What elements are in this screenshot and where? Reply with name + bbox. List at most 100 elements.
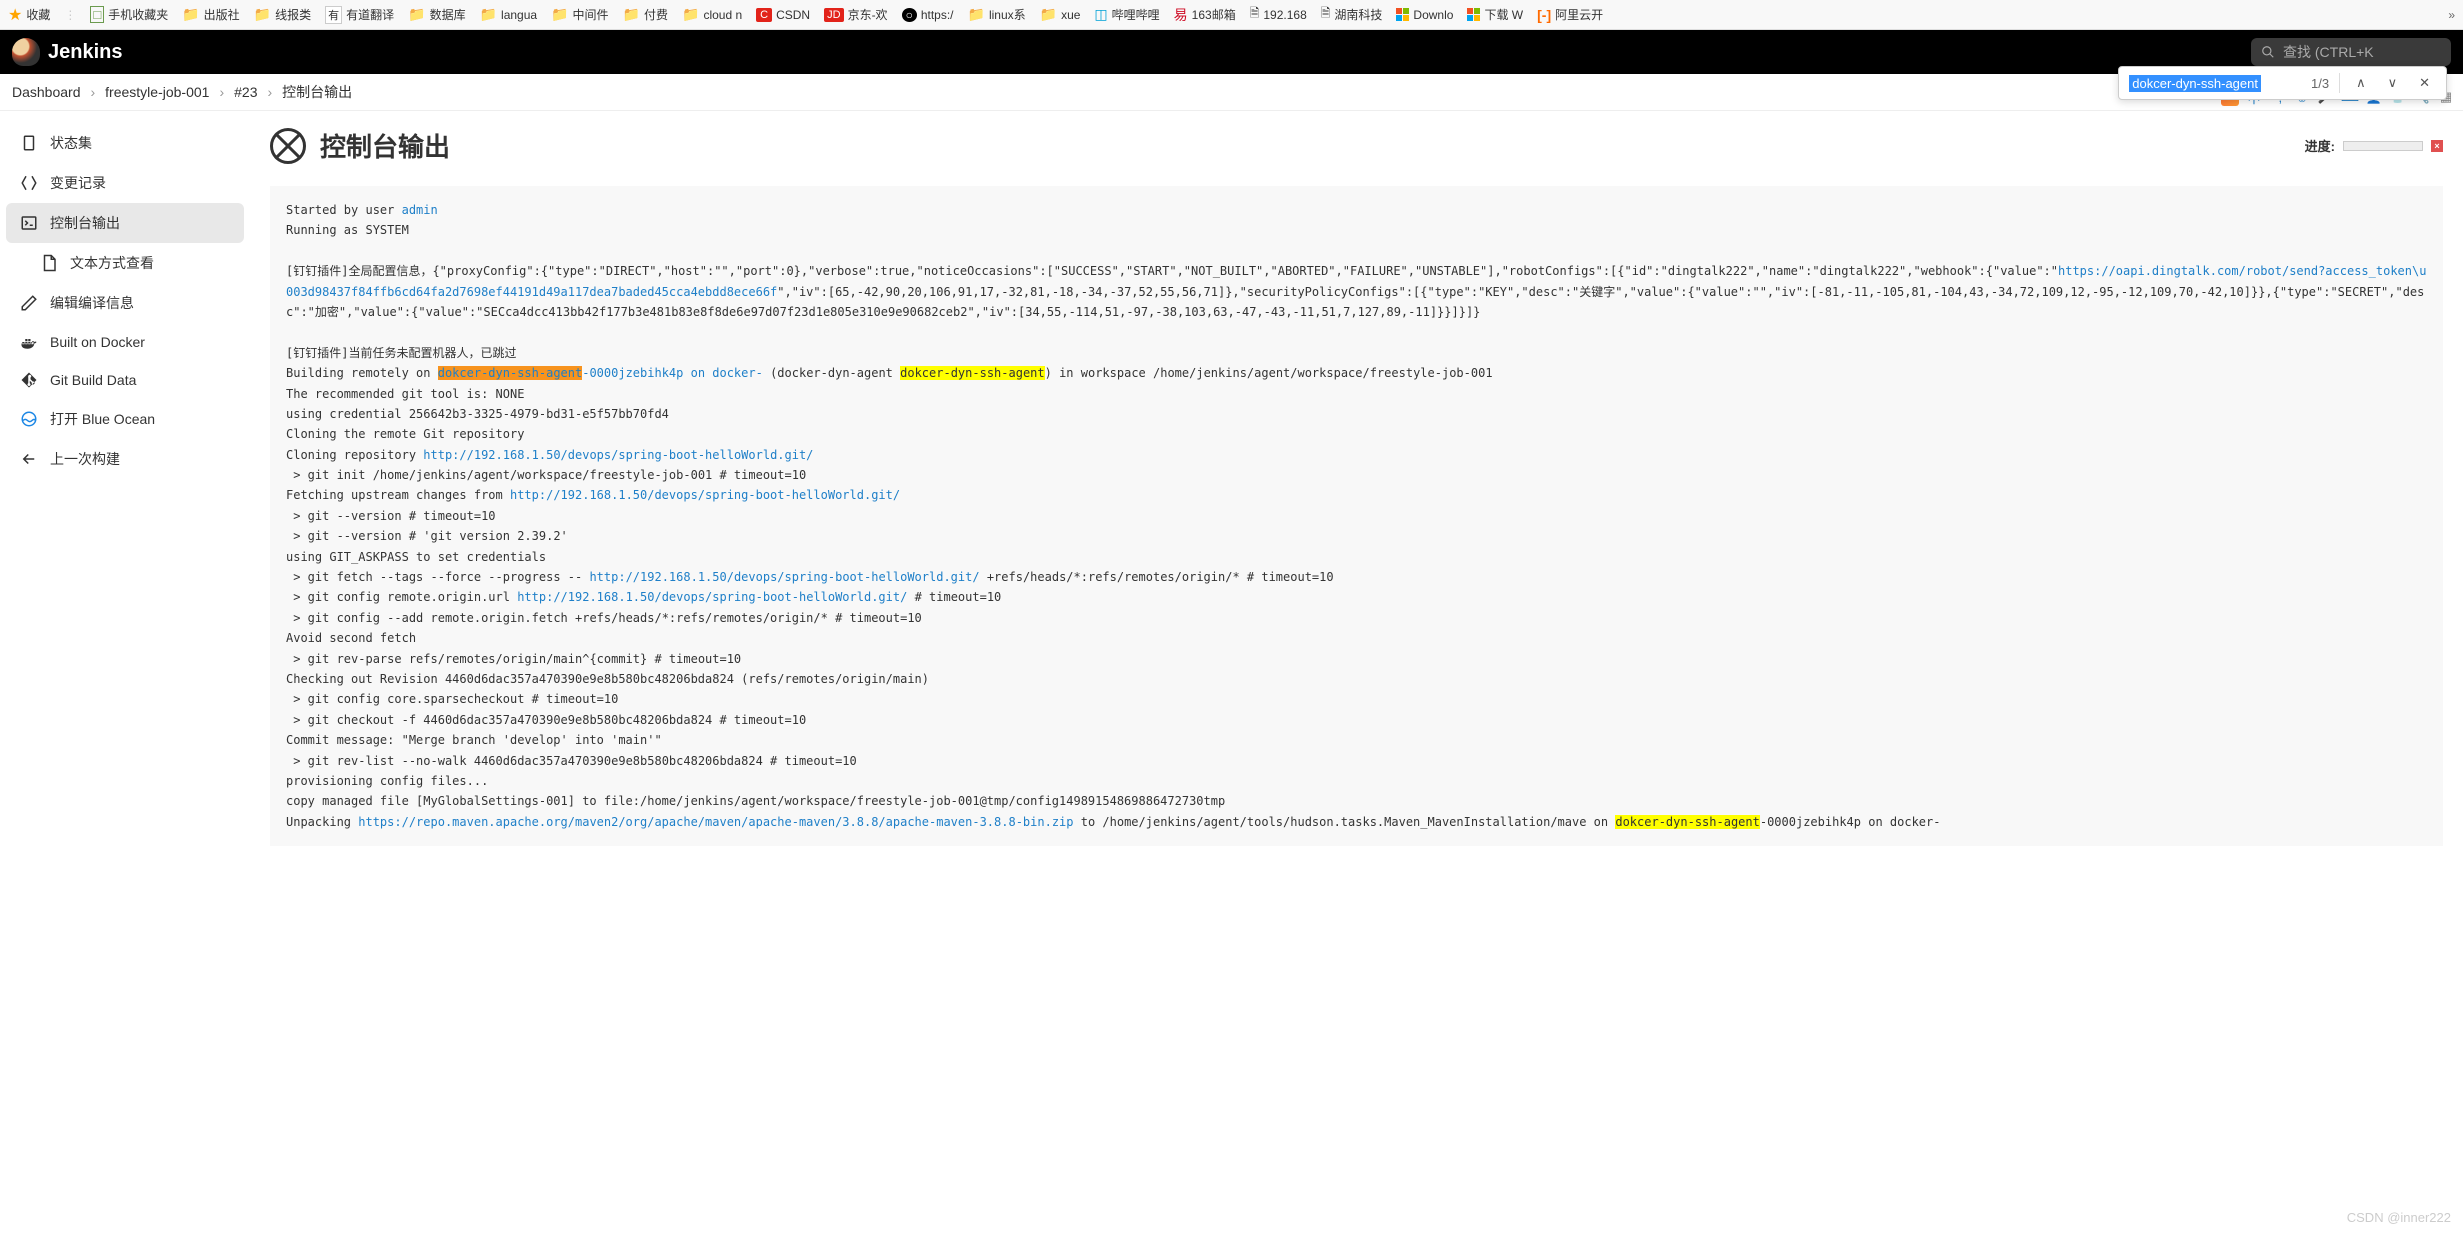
bookmark-folder-6[interactable]: 📁付费 (623, 6, 668, 23)
bookmark-msdown[interactable]: 下载 W (1467, 6, 1523, 23)
bookmark-folder-1[interactable]: 📁线报类 (254, 6, 311, 23)
console-text: ) in workspace /home/jenkins/agent/works… (1045, 366, 1493, 380)
console-text: Commit message: "Merge branch 'develop' … (286, 733, 662, 747)
agent-link[interactable]: dokcer-dyn-ssh-agent-0000jzebihk4p on do… (438, 366, 763, 380)
console-text: Checking out Revision 4460d6dac357a47039… (286, 672, 929, 686)
bookmark-jd[interactable]: JD 京东-欢 (824, 6, 887, 23)
console-text: [钉钉插件]全局配置信息，{"proxyConfig":{"type":"DIR… (286, 264, 2058, 278)
bookmark-folder-8[interactable]: 📁linux系 (968, 6, 1026, 23)
bookmark-favorites[interactable]: ★收藏 (8, 5, 50, 25)
bookmark-label: https:/ (921, 8, 954, 22)
bookmark-163[interactable]: 易163邮箱 (1174, 5, 1236, 25)
search-icon (2261, 45, 2275, 59)
ms-icon (1396, 8, 1409, 21)
console-text: Avoid second fetch (286, 631, 416, 645)
sidebar-item-status[interactable]: 状态集 (6, 123, 244, 163)
bookmark-csdn[interactable]: CCSDN (756, 8, 810, 22)
bookmark-overflow[interactable]: » (2448, 8, 2455, 22)
search-placeholder: 查找 (CTRL+K (2283, 42, 2374, 62)
bookmark-folder-7[interactable]: 📁cloud n (682, 6, 742, 23)
console-text: > git config remote.origin.url (286, 590, 517, 604)
sidebar-item-console[interactable]: 控制台输出 (6, 203, 244, 243)
sidebar-item-blueocean[interactable]: 打开 Blue Ocean (6, 399, 244, 439)
bookmark-github[interactable]: ○https:/ (902, 8, 954, 22)
progress-bar (2343, 141, 2423, 151)
sidebar-item-text-view[interactable]: 文本方式查看 (6, 243, 244, 283)
console-text: Started by user (286, 203, 402, 217)
console-text: Building remotely on (286, 366, 438, 380)
find-close-button[interactable]: ✕ (2413, 73, 2436, 93)
console-link[interactable]: http://192.168.1.50/devops/spring-boot-h… (510, 488, 900, 502)
bookmark-label: 湖南科技 (1334, 6, 1382, 23)
progress-close-icon[interactable]: × (2431, 140, 2443, 152)
sidebar-item-git[interactable]: Git Build Data (6, 361, 244, 399)
folder-icon: 📁 (682, 6, 699, 23)
chevron-right-icon: › (219, 84, 224, 100)
sidebar-item-changes[interactable]: 变更记录 (6, 163, 244, 203)
progress-area: 进度: × (2305, 136, 2443, 155)
find-next-button[interactable]: ∨ (2382, 73, 2404, 93)
sidebar-item-edit-build[interactable]: 编辑编译信息 (6, 283, 244, 323)
console-output: Started by user admin Running as SYSTEM … (270, 186, 2443, 846)
browser-find-bar: dokcer-dyn-ssh-agent 1/3 ∧ ∨ ✕ (2118, 66, 2447, 100)
bookmark-label: 下载 W (1484, 6, 1523, 23)
header-search[interactable]: 查找 (CTRL+K (2251, 38, 2451, 66)
console-text: > git config core.sparsecheckout # timeo… (286, 692, 618, 706)
bookmark-label: 线报类 (275, 6, 311, 23)
bookmark-folder-3[interactable]: 📁数据库 (408, 6, 465, 23)
jd-icon: JD (824, 8, 843, 22)
console-text: using GIT_ASKPASS to set credentials (286, 550, 553, 564)
blueocean-icon (20, 410, 38, 428)
breadcrumb-dashboard[interactable]: Dashboard (12, 84, 81, 100)
breadcrumb-build[interactable]: #23 (234, 84, 257, 100)
bookmark-label: 有道翻译 (346, 6, 394, 23)
bookmark-label: CSDN (776, 8, 810, 22)
bookmark-folder-5[interactable]: 📁中间件 (551, 6, 608, 23)
jenkins-logo[interactable]: Jenkins (12, 38, 122, 66)
bookmark-label: 数据库 (430, 6, 466, 23)
console-text: using credential 256642b3-3325-4979-bd31… (286, 407, 669, 421)
bookmark-folder-4[interactable]: 📁langua (480, 6, 537, 23)
breadcrumb-console[interactable]: 控制台输出 (282, 82, 352, 102)
bookmark-folder-9[interactable]: 📁xue (1040, 6, 1081, 23)
sidebar-item-docker[interactable]: Built on Docker (6, 323, 244, 361)
bookmark-hunan[interactable]: 🗎湖南科技 (1321, 4, 1383, 25)
find-query[interactable]: dokcer-dyn-ssh-agent (2129, 75, 2261, 92)
bookmark-ip[interactable]: 🗎192.168 (1250, 4, 1307, 25)
console-link[interactable]: http://192.168.1.50/devops/spring-boot-h… (423, 448, 813, 462)
console-link[interactable]: http://192.168.1.50/devops/spring-boot-h… (517, 590, 907, 604)
console-text: copy managed file [MyGlobalSettings-001]… (286, 794, 1225, 808)
bookmark-label: 哔哩哔哩 (1112, 6, 1160, 23)
folder-icon: 📁 (623, 6, 640, 23)
bookmark-label: 163邮箱 (1192, 6, 1236, 23)
console-text: > git config --add remote.origin.fetch +… (286, 611, 922, 625)
bookmark-folder-0[interactable]: 📁出版社 (182, 6, 239, 23)
console-text: Cloning repository (286, 448, 423, 462)
bookmark-aliyun[interactable]: [-]阿里云开 (1537, 6, 1603, 23)
bookmark-download[interactable]: Downlo (1396, 8, 1453, 22)
bookmark-separator: ⋮ (64, 8, 76, 22)
find-highlight: dokcer-dyn-ssh-agent (1615, 815, 1760, 829)
console-text: Cloning the remote Git repository (286, 427, 524, 441)
find-prev-button[interactable]: ∧ (2350, 73, 2372, 93)
breadcrumb-job[interactable]: freestyle-job-001 (105, 84, 209, 100)
bookmark-youdao[interactable]: 有有道翻译 (325, 6, 394, 24)
console-text: to /home/jenkins/agent/tools/hudson.task… (1074, 815, 1616, 829)
folder-icon: 📁 (1040, 6, 1057, 23)
bookmark-label: 京东-欢 (848, 6, 888, 23)
sidebar-label: 状态集 (50, 133, 92, 153)
console-text: # timeout=10 (907, 590, 1001, 604)
page-title-text: 控制台输出 (320, 127, 450, 164)
bookmark-bili[interactable]: ◫哔哩哔哩 (1094, 6, 1159, 23)
console-link[interactable]: https://repo.maven.apache.org/maven2/org… (358, 815, 1073, 829)
bookmark-mobile[interactable]: □手机收藏夹 (90, 6, 168, 23)
console-text: (docker-dyn-agent (763, 366, 900, 380)
browser-bookmarks-bar: ★收藏 ⋮ □手机收藏夹 📁出版社 📁线报类 有有道翻译 📁数据库 📁langu… (0, 0, 2463, 30)
console-page-icon (270, 128, 306, 164)
sidebar-item-prev-build[interactable]: 上一次构建 (6, 439, 244, 479)
console-link[interactable]: http://192.168.1.50/devops/spring-boot-h… (589, 570, 979, 584)
ms-icon (1467, 8, 1480, 21)
bookmark-label: 192.168 (1263, 8, 1306, 22)
console-user-link[interactable]: admin (402, 203, 438, 217)
bookmark-label: 阿里云开 (1555, 6, 1603, 23)
